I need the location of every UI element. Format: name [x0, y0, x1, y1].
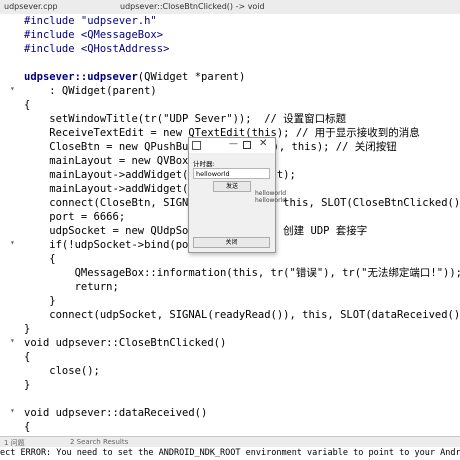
- code-line: #include "udpsever.h": [24, 15, 157, 27]
- code-line: port = 6666;: [24, 211, 126, 223]
- code-line: }: [24, 295, 56, 307]
- log-line: helloworld: [255, 190, 287, 197]
- code-line: }: [24, 323, 31, 335]
- close-button[interactable]: 关闭: [193, 237, 270, 248]
- code-line: {: [24, 99, 31, 111]
- code-line: #include <QMessageBox>: [24, 29, 164, 41]
- receive-log: helloworld helloworld: [255, 190, 286, 204]
- code-line: {: [24, 253, 56, 265]
- window-icon: [192, 141, 201, 150]
- code-line: }: [24, 379, 31, 391]
- code-line: #include <QHostAddress>: [24, 43, 170, 55]
- code-line: QMessageBox::information(this, tr("错误"),…: [24, 267, 460, 279]
- log-line: helloworld: [255, 197, 287, 204]
- code-line: {: [24, 421, 31, 433]
- dialog-titlebar[interactable]: — ✕: [189, 138, 275, 153]
- code-line: setWindowTitle(tr("UDP Sever")); // 设置窗口…: [24, 113, 347, 125]
- editor-tab-bar: udpsever.cpp udpsever::CloseBtnClicked()…: [0, 0, 460, 15]
- code-line: if(!udpSocket->bind(port)): [24, 239, 214, 251]
- maximize-icon[interactable]: [243, 141, 251, 149]
- code-line: void udpsever::CloseBtnClicked(): [24, 337, 227, 349]
- function-selector[interactable]: udpsever::CloseBtnClicked() -> void: [120, 2, 265, 11]
- minimize-icon[interactable]: —: [229, 139, 238, 149]
- timer-label: 计时器:: [193, 160, 215, 168]
- code-line: {: [24, 351, 31, 363]
- issue-message: ect ERROR: You need to set the ANDROID_N…: [0, 447, 460, 460]
- send-button[interactable]: 发送: [213, 181, 251, 192]
- fold-marker-icon[interactable]: ▾: [10, 336, 15, 345]
- close-icon[interactable]: ✕: [259, 138, 267, 149]
- fold-marker-icon[interactable]: ▾: [10, 84, 15, 93]
- code-line: void udpsever::dataReceived(): [24, 407, 208, 419]
- tab-search-results[interactable]: 2 Search Results: [70, 438, 128, 446]
- line-gutter: [0, 14, 20, 436]
- message-input[interactable]: helloworld: [193, 168, 270, 179]
- output-tabs: 1 问题 2 Search Results: [0, 436, 460, 447]
- code-line: close();: [24, 365, 100, 377]
- file-tab[interactable]: udpsever.cpp: [4, 2, 58, 11]
- code-line: connect(udpSocket, SIGNAL(readyRead()), …: [24, 309, 460, 321]
- code-line: udpsever::udpsever(QWidget *parent): [24, 71, 246, 83]
- fold-marker-icon[interactable]: ▾: [10, 238, 15, 247]
- code-line: : QWidget(parent): [24, 85, 157, 97]
- code-line: return;: [24, 281, 119, 293]
- fold-marker-icon[interactable]: ▾: [10, 406, 15, 415]
